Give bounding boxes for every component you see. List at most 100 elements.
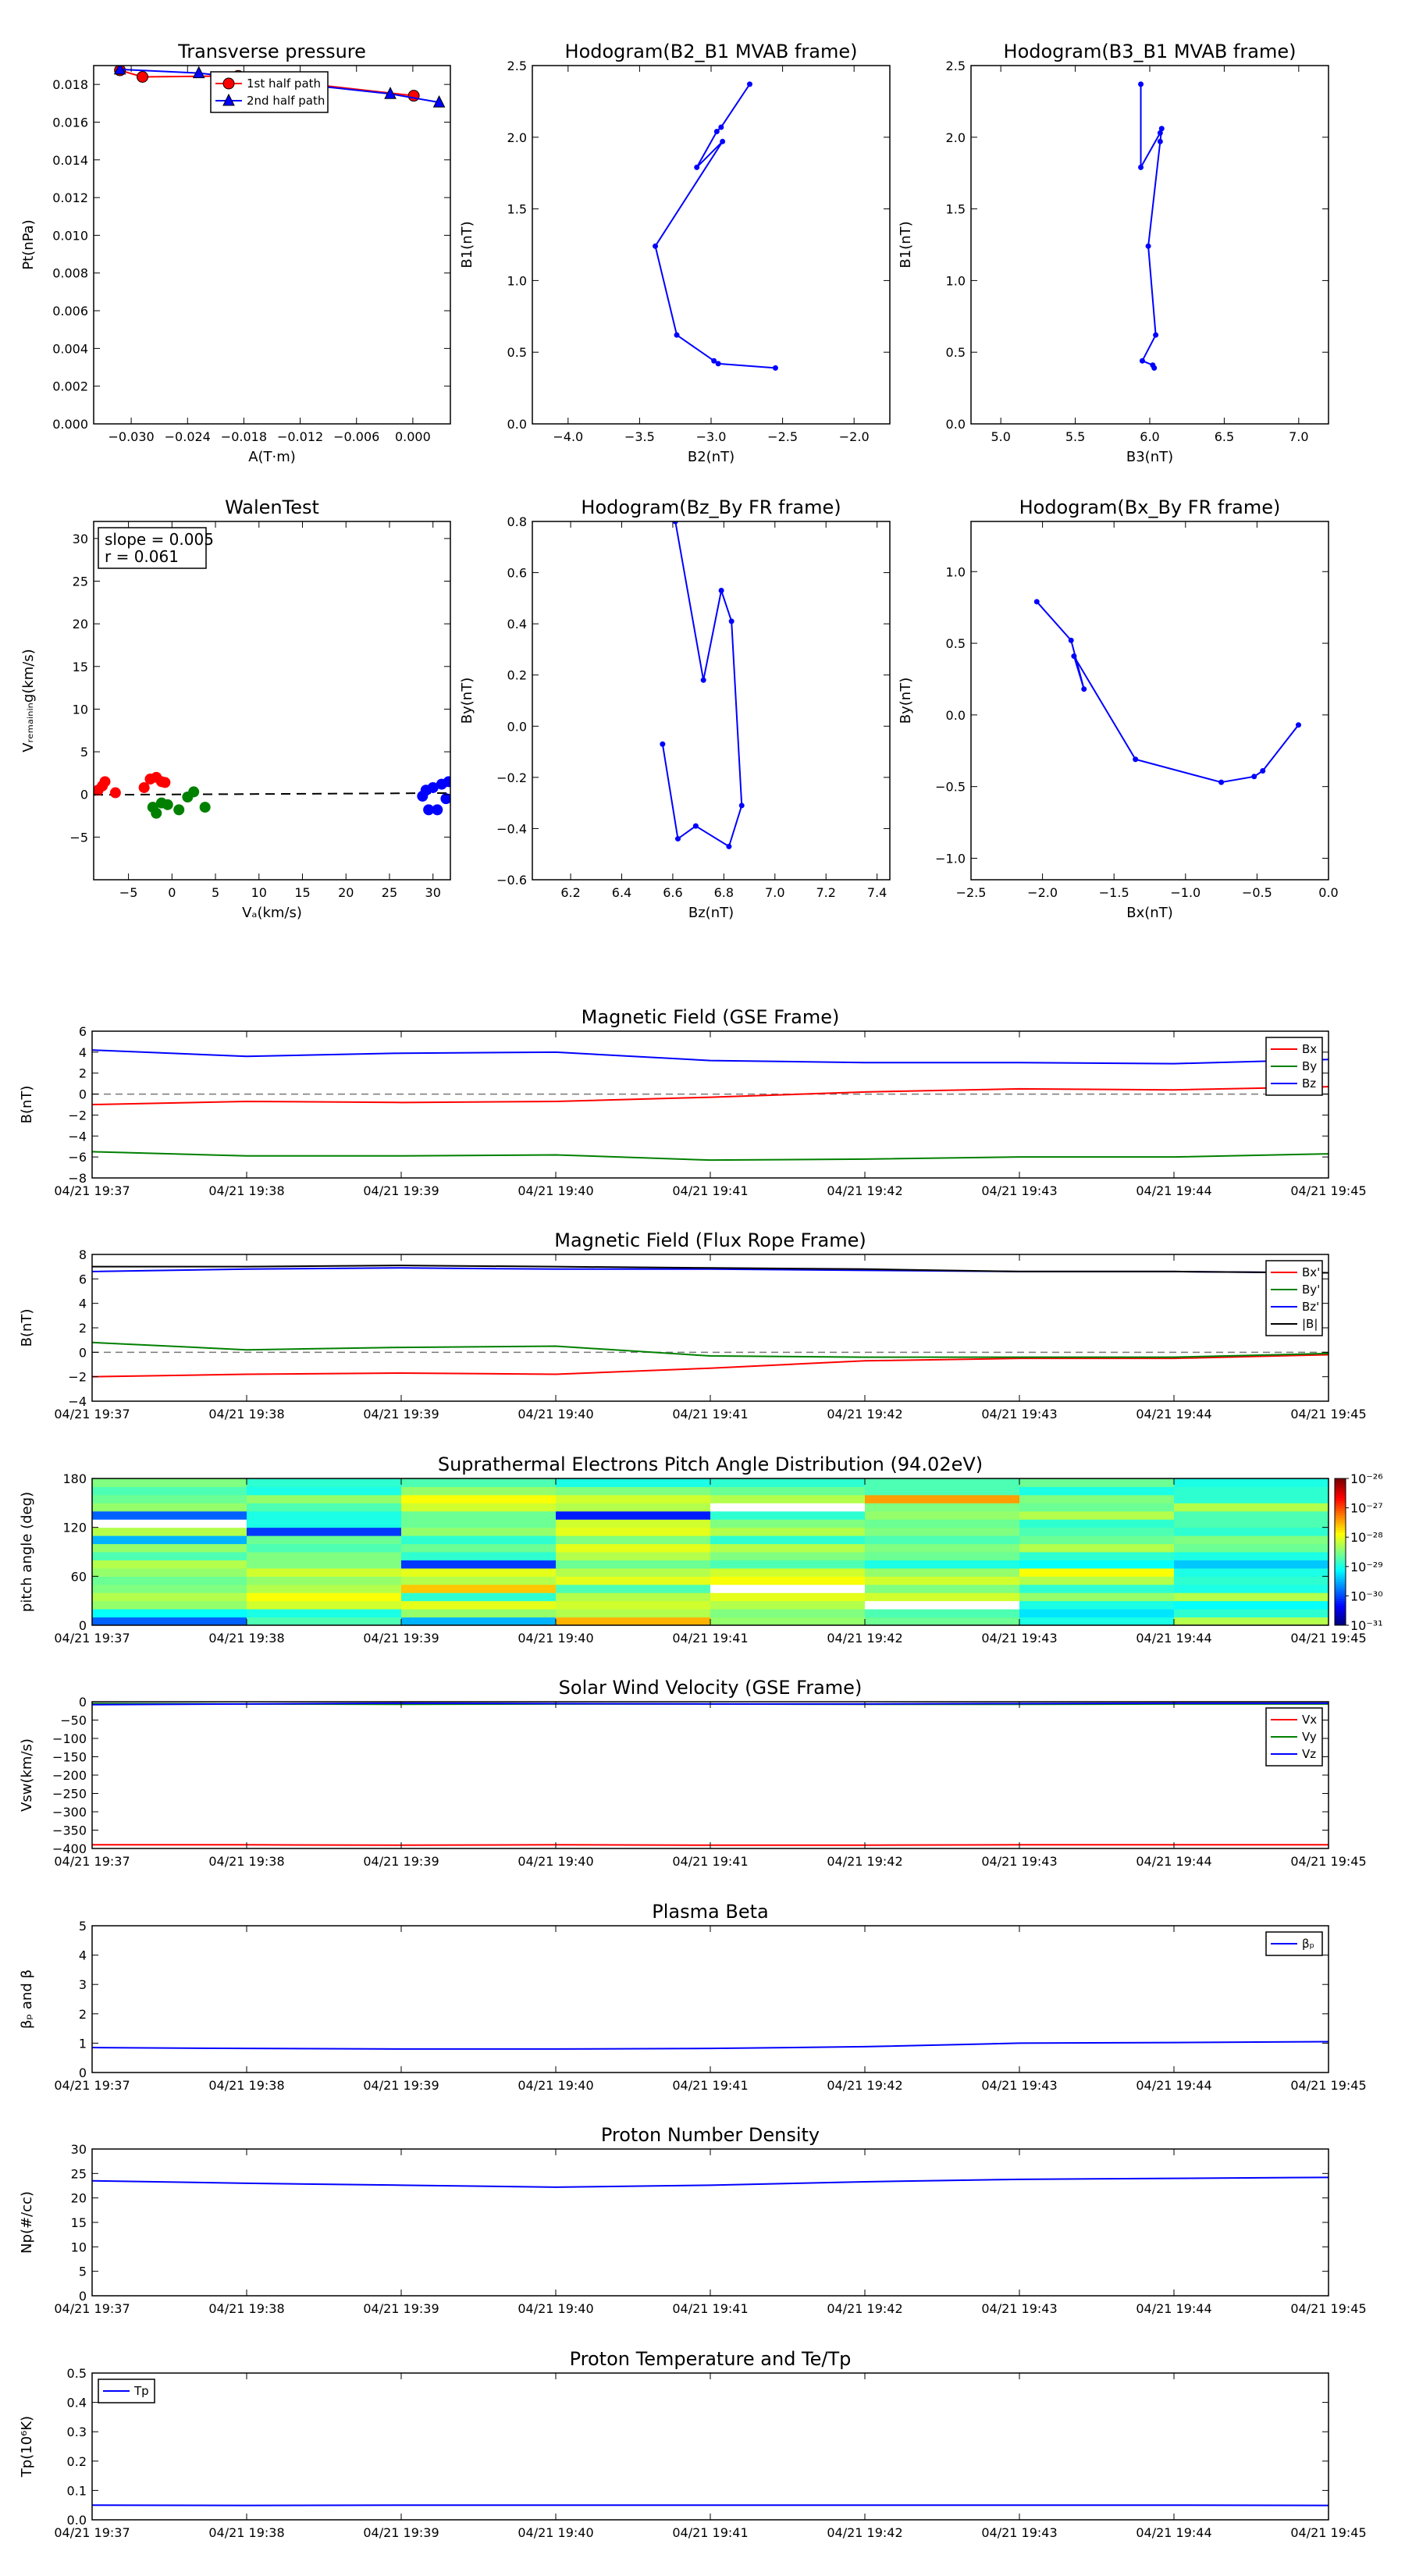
colorbar-step: [1335, 1507, 1346, 1511]
chart-mag_gse-time-label: 04/21 19:44: [1136, 1183, 1211, 1198]
chart-h2-xtick-label: 6.5: [1215, 429, 1234, 444]
chart-np-series-line: [92, 2176, 1329, 2188]
chart-pt-legend-label: 1st half path: [247, 76, 321, 91]
chart-pad-time-label: 04/21 19:42: [827, 1631, 902, 1646]
heatmap-cell: [865, 1567, 1020, 1577]
heatmap-cell: [92, 1519, 247, 1528]
chart-tp-time-label: 04/21 19:39: [363, 2525, 439, 2540]
chart-mag_fr-ytick-label: 4: [79, 1297, 87, 1311]
heatmap-cell: [247, 1576, 402, 1585]
chart-h3-xtick-label: 6.4: [612, 885, 631, 900]
heatmap-cell: [1019, 1519, 1175, 1528]
chart-h4-xtick-label: −2.5: [956, 885, 987, 900]
chart-mag_gse-series-line: [92, 1151, 1329, 1162]
colorbar-step: [1335, 1620, 1346, 1624]
heatmap-cell: [865, 1617, 1020, 1625]
chart-h1-series-line: [654, 84, 776, 369]
heatmap-cell: [401, 1543, 557, 1553]
chart-walen-ytick-label: 30: [73, 532, 88, 546]
chart-h2-xtick-label: 7.0: [1289, 429, 1308, 444]
heatmap-cell: [1019, 1486, 1175, 1496]
heatmap-cell: [710, 1560, 866, 1569]
chart-mag_fr-ytick-label: 8: [79, 1247, 87, 1262]
chart-mag_gse-time-label: 04/21 19:45: [1290, 1183, 1366, 1198]
chart-h4-plot-area: [1033, 599, 1302, 785]
chart-tp-time-label: 04/21 19:45: [1290, 2525, 1366, 2540]
chart-np-ytick-label: 5: [79, 2265, 87, 2279]
chart-h1-point: [694, 164, 700, 170]
chart-walen-xtick-label: 30: [425, 885, 441, 900]
chart-pad-plot-area: [92, 1478, 1329, 1625]
chart-beta-time-label: 04/21 19:41: [672, 2078, 748, 2093]
heatmap-cell: [710, 1576, 866, 1585]
colorbar-step: [1335, 1574, 1346, 1577]
heatmap-cell: [710, 1527, 866, 1536]
chart-h2-point: [1157, 138, 1163, 144]
chart-mag_fr-series-line: [92, 1354, 1329, 1378]
chart-tp: 0.00.10.20.30.40.504/21 19:37 04/21 19:38…: [19, 2348, 1367, 2540]
colorbar-step: [1335, 1549, 1346, 1553]
chart-mag_fr-time-label: 04/21 19:43: [981, 1407, 1057, 1421]
chart-mag_fr-ytick-label: 0: [79, 1345, 87, 1360]
heatmap-cell: [1019, 1600, 1175, 1610]
chart-h3-title: Hodogram(Bz_By FR frame): [581, 496, 841, 518]
colorbar-step: [1335, 1564, 1346, 1567]
chart-pad-time-label: 04/21 19:37: [54, 1631, 130, 1646]
heatmap-cell: [1174, 1486, 1329, 1496]
chart-h4-ytick-label: −1.0: [935, 851, 966, 866]
chart-pad-ytick-label: 180: [62, 1471, 87, 1486]
heatmap-cell: [556, 1552, 711, 1560]
chart-mag_fr-time-label: 04/21 19:38: [208, 1407, 284, 1421]
chart-walen-point: [173, 804, 185, 816]
chart-mag_fr-series-line: [92, 1341, 1329, 1358]
chart-h1-xtick-label: −2.5: [767, 429, 798, 444]
chart-vsw-legend-label: Vz: [1302, 1747, 1316, 1761]
heatmap-cell: [401, 1576, 557, 1585]
heatmap-cell: [1174, 1584, 1329, 1593]
heatmap-cell: [401, 1494, 557, 1503]
heatmap-cell: [401, 1535, 557, 1545]
colorbar-step: [1335, 1589, 1346, 1592]
chart-vsw-legend: Vx Vy Vz: [1265, 1707, 1323, 1767]
colorbar-step: [1335, 1488, 1346, 1492]
colorbar-step: [1335, 1581, 1346, 1585]
chart-h4-ytick-label: −0.5: [935, 780, 966, 795]
chart-beta: 01234504/21 19:37 04/21 19:38 04/21 19:39 0…: [19, 1901, 1367, 2093]
chart-walen-point: [162, 799, 173, 810]
heatmap-cell: [401, 1560, 557, 1569]
chart-walen-xtick-label: 5: [212, 885, 219, 900]
chart-mag_fr-legend-label: By': [1302, 1283, 1320, 1297]
heatmap-cell: [865, 1478, 1020, 1487]
heatmap-cell: [1019, 1592, 1175, 1602]
colorbar-step: [1335, 1493, 1346, 1496]
chart-mag_gse-ytick-label: −2: [68, 1108, 87, 1123]
colorbar-step: [1335, 1591, 1346, 1594]
chart-h3-xtick-label: 7.2: [816, 885, 835, 900]
heatmap-cell: [556, 1519, 711, 1528]
colorbar-step: [1335, 1613, 1346, 1616]
chart-beta-plot-area: [92, 2041, 1329, 2050]
chart-mag_fr-time-label: 04/21 19:41: [672, 1407, 748, 1421]
colorbar-step: [1335, 1552, 1346, 1555]
heatmap-cell: [556, 1609, 711, 1618]
walen-annotation-line: slope = 0.005: [105, 530, 214, 549]
chart-h2-ylabel: B1(nT): [898, 221, 914, 268]
chart-walen-plot-area: [94, 771, 450, 819]
heatmap-cell: [401, 1510, 557, 1520]
colorbar-step: [1335, 1481, 1346, 1484]
chart-walen-point: [99, 776, 111, 788]
chart-h3-point: [674, 836, 681, 842]
chart-pt-point: [137, 70, 149, 83]
colorbar-step: [1335, 1617, 1346, 1621]
heatmap-cell: [1019, 1535, 1175, 1545]
chart-beta-time-label: 04/21 19:40: [518, 2078, 593, 2093]
chart-beta-time-label: 04/21 19:45: [1290, 2078, 1366, 2093]
colorbar-step: [1335, 1593, 1346, 1596]
heatmap-cell: [92, 1486, 247, 1496]
chart-vsw-ytick-label: 0: [79, 1695, 87, 1710]
heatmap-cell: [1174, 1519, 1329, 1528]
heatmap-cell: [92, 1503, 247, 1512]
chart-tp-time-label: 04/21 19:44: [1136, 2525, 1211, 2540]
chart-h2-series-line: [1140, 84, 1163, 368]
chart-np-time-label: 04/21 19:45: [1290, 2301, 1366, 2316]
